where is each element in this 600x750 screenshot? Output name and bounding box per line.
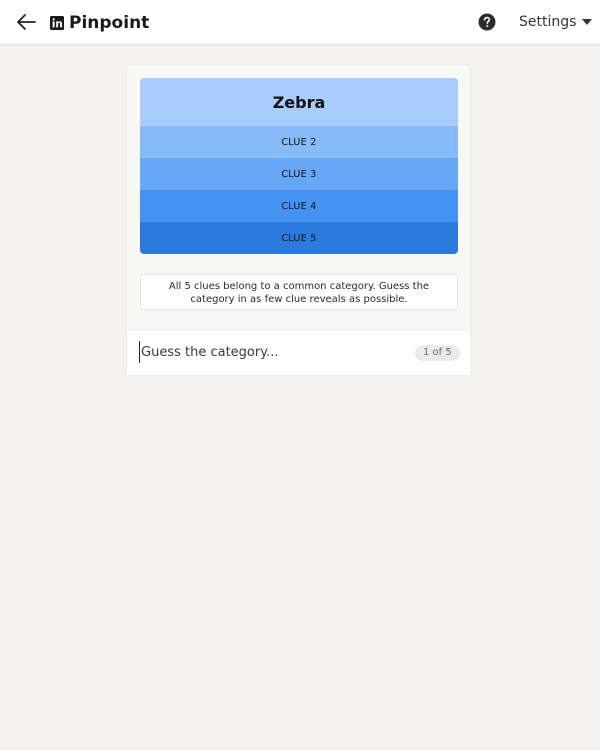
clue-4-hidden: CLUE 4 xyxy=(140,190,458,222)
arrow-left-icon xyxy=(17,14,36,30)
linkedin-icon xyxy=(50,16,64,30)
guess-input[interactable] xyxy=(139,341,401,363)
clue-stack: Zebra CLUE 2 CLUE 3 CLUE 4 CLUE 5 xyxy=(140,78,458,254)
question-circle-icon xyxy=(478,13,496,31)
app-title: Pinpoint xyxy=(69,13,150,33)
clue-1-revealed: Zebra xyxy=(140,78,458,126)
top-bar: Pinpoint Settings xyxy=(0,0,600,45)
caret-down-icon xyxy=(582,19,593,25)
help-button[interactable] xyxy=(478,13,496,31)
back-button[interactable] xyxy=(14,10,40,34)
settings-label: Settings xyxy=(519,14,577,30)
guess-bar: 1 of 5 xyxy=(127,329,470,375)
clue-2-hidden: CLUE 2 xyxy=(140,126,458,158)
clue-3-hidden: CLUE 3 xyxy=(140,158,458,190)
guess-counter-badge: 1 of 5 xyxy=(415,345,460,361)
app-brand: Pinpoint xyxy=(50,12,149,34)
game-card: Zebra CLUE 2 CLUE 3 CLUE 4 CLUE 5 All 5 … xyxy=(127,65,470,375)
clue-5-hidden: CLUE 5 xyxy=(140,222,458,254)
settings-menu-button[interactable]: Settings xyxy=(519,14,593,30)
instructions-box: All 5 clues belong to a common category.… xyxy=(140,274,458,310)
